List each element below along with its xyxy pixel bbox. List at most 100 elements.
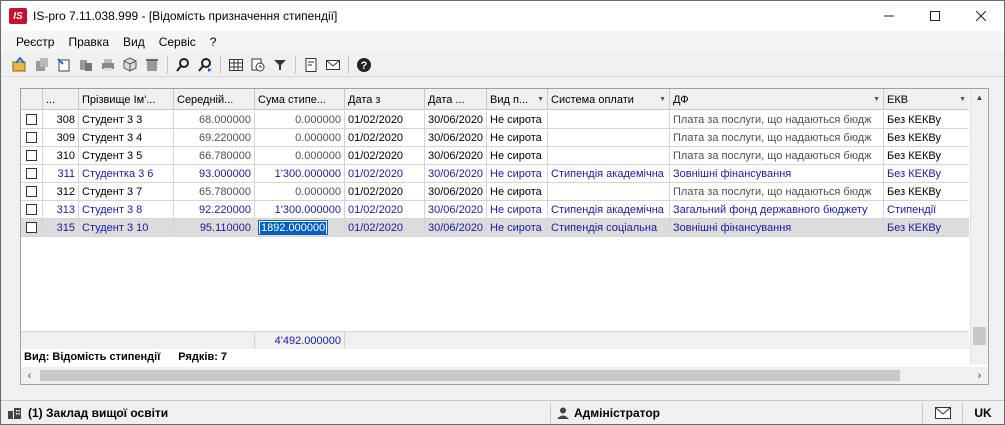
cell-df[interactable]: Плата за послуги, що надаються бюдж [670,147,884,164]
table-row[interactable]: 312 Студент 3 7 65.780000 0.000000 01/02/202… [21,183,969,201]
cell-payment-system[interactable] [548,129,670,146]
row-checkbox-cell[interactable] [21,111,43,128]
sum-edit-field[interactable]: 1892.000000 [258,220,329,235]
mail-button[interactable] [322,55,343,75]
cell-number[interactable]: 308 [43,111,79,128]
header-column-df[interactable]: ДФ ▼ [670,89,884,110]
cell-kind[interactable]: Не сирота [487,165,548,182]
row-checkbox-cell[interactable] [21,183,43,200]
cell-ekv[interactable]: Без КЕКВу [884,147,969,164]
cell-date-from[interactable]: 01/02/2020 [345,147,425,164]
cell-payment-system[interactable] [548,147,670,164]
table-row[interactable]: 309 Студент 3 4 69.220000 0.000000 01/02/202… [21,129,969,147]
cell-sum[interactable]: 1'300.000000 [255,165,345,182]
status-lang[interactable]: UK [963,403,1003,423]
cell-sum[interactable]: 1892.000000 [255,219,345,236]
maximize-button[interactable] [912,1,958,31]
filter-button[interactable] [269,55,290,75]
row-checkbox[interactable] [26,222,37,233]
row-checkbox[interactable] [26,132,37,143]
open-button[interactable] [9,55,30,75]
status-user[interactable]: Адміністратор [551,402,923,423]
cell-date-to[interactable]: 30/06/2020 [425,183,487,200]
cell-date-from[interactable]: 01/02/2020 [345,111,425,128]
cell-date-to[interactable]: 30/06/2020 [425,129,487,146]
row-checkbox-cell[interactable] [21,165,43,182]
print-button[interactable] [97,55,118,75]
cell-kind[interactable]: Не сирота [487,219,548,236]
vertical-scrollbar[interactable]: ▲ [970,89,988,364]
table-row[interactable]: 308 Студент 3 3 68.000000 0.000000 01/02/202… [21,111,969,129]
cell-date-to[interactable]: 30/06/2020 [425,219,487,236]
row-checkbox-cell[interactable] [21,147,43,164]
table-row[interactable]: 313 Студент 3 8 92.220000 1'300.000000 01/02… [21,201,969,219]
cell-average[interactable]: 66.780000 [174,147,255,164]
clock-button[interactable] [247,55,268,75]
cell-df[interactable]: Плата за послуги, що надаються бюдж [670,111,884,128]
help-button[interactable]: ? [353,55,374,75]
cell-sum[interactable]: 0.000000 [255,129,345,146]
row-checkbox-cell[interactable] [21,219,43,236]
cell-number[interactable]: 315 [43,219,79,236]
cell-sum[interactable]: 0.000000 [255,183,345,200]
row-checkbox[interactable] [26,114,37,125]
scroll-up-icon[interactable]: ▲ [971,89,988,106]
cell-date-to[interactable]: 30/06/2020 [425,165,487,182]
header-column-number[interactable]: ... [43,89,79,110]
cell-sum[interactable]: 0.000000 [255,147,345,164]
header-column-date-to[interactable]: Дата ... [425,89,487,110]
cell-ekv[interactable]: Без КЕКВу [884,129,969,146]
row-checkbox[interactable] [26,186,37,197]
scroll-track[interactable] [38,367,971,384]
cell-average[interactable]: 95.110000 [174,219,255,236]
cell-df[interactable]: Зовнішні фінансування [670,165,884,182]
cell-average[interactable]: 69.220000 [174,129,255,146]
cell-average[interactable]: 93.000000 [174,165,255,182]
new-doc-button[interactable] [53,55,74,75]
cell-df[interactable]: Загальний фонд державного бюджету [670,201,884,218]
cell-average[interactable]: 65.780000 [174,183,255,200]
cell-number[interactable]: 312 [43,183,79,200]
table-button[interactable] [225,55,246,75]
close-button[interactable] [958,1,1004,31]
menu-view[interactable]: Вид [116,33,152,51]
cell-payment-system[interactable] [548,183,670,200]
status-org[interactable]: (1) Заклад вищої освіти [1,402,551,423]
cell-ekv[interactable]: Без КЕКВу [884,219,969,236]
row-checkbox[interactable] [26,150,37,161]
cell-sum[interactable]: 0.000000 [255,111,345,128]
minimize-button[interactable] [866,1,912,31]
cell-date-from[interactable]: 01/02/2020 [345,201,425,218]
menu-help[interactable]: ? [203,33,224,51]
copy-button[interactable] [31,55,52,75]
cell-date-from[interactable]: 01/02/2020 [345,183,425,200]
cell-kind[interactable]: Не сирота [487,147,548,164]
cell-date-to[interactable]: 30/06/2020 [425,111,487,128]
header-column-sum[interactable]: Сума стипе... [255,89,345,110]
document-button[interactable] [300,55,321,75]
header-column-kind[interactable]: Вид п... ▼ [487,89,548,110]
scroll-thumb[interactable] [973,327,986,345]
cell-name[interactable]: Студент 3 4 [79,129,174,146]
cell-kind[interactable]: Не сирота [487,111,548,128]
row-checkbox[interactable] [26,168,37,179]
cell-ekv[interactable]: Без КЕКВу [884,111,969,128]
cell-kind[interactable]: Не сирота [487,183,548,200]
cell-payment-system[interactable]: Стипендія соціальна [548,219,670,236]
cell-name[interactable]: Студентка 3 6 [79,165,174,182]
cell-df[interactable]: Плата за послуги, що надаються бюдж [670,129,884,146]
cell-name[interactable]: Студент 3 5 [79,147,174,164]
cell-date-from[interactable]: 01/02/2020 [345,219,425,236]
row-checkbox-cell[interactable] [21,129,43,146]
row-checkbox-cell[interactable] [21,201,43,218]
package-button[interactable] [119,55,140,75]
cell-number[interactable]: 310 [43,147,79,164]
cell-kind[interactable]: Не сирота [487,201,548,218]
menu-service[interactable]: Сервіс [152,33,203,51]
cell-payment-system[interactable] [548,111,670,128]
cell-sum[interactable]: 1'300.000000 [255,201,345,218]
scroll-right-icon[interactable]: › [971,367,988,384]
header-column-payment-system[interactable]: Система оплати ▼ [548,89,670,110]
header-column-date-from[interactable]: Дата з [345,89,425,110]
search-next-button[interactable] [194,55,215,75]
